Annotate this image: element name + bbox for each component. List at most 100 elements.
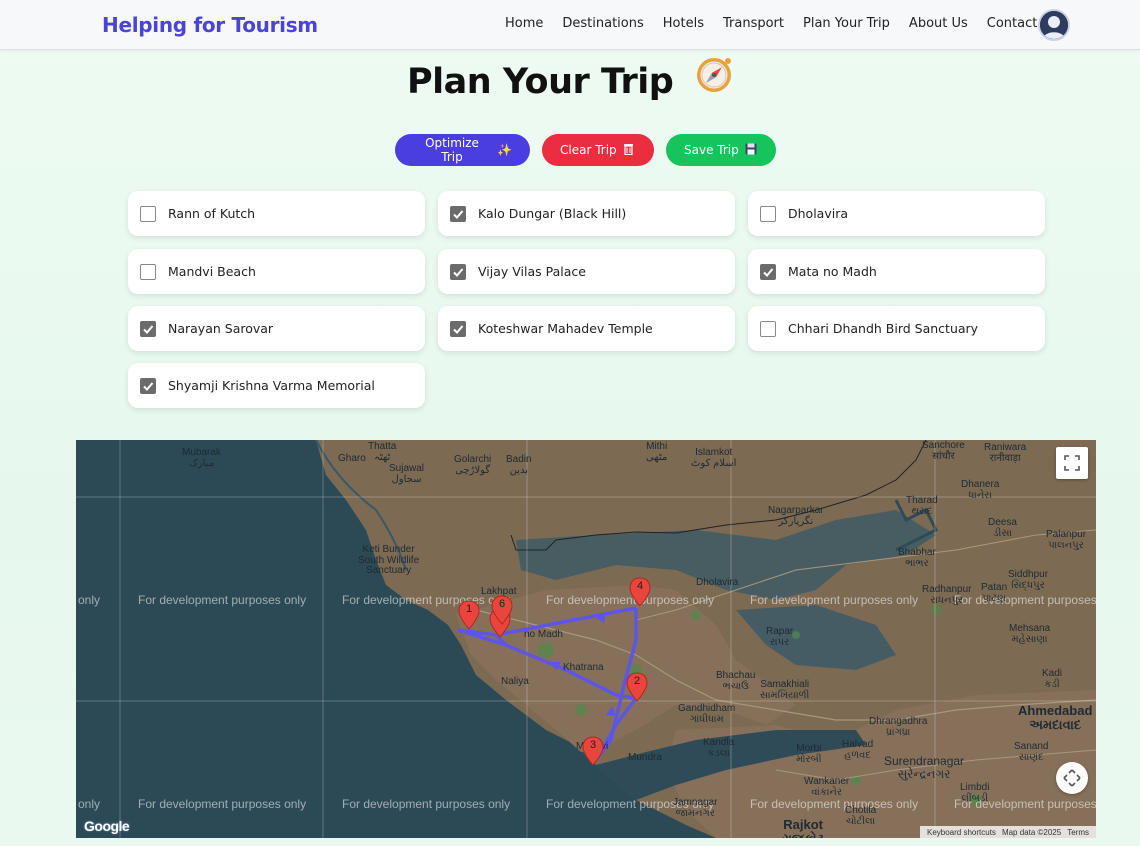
map-label-patan: Patan પાટણ xyxy=(981,582,1008,604)
map-label-golarchi: Golarchi گولاڑچی xyxy=(454,454,492,476)
map-data-attribution: Map data ©2025 xyxy=(1001,827,1062,837)
map-label-surendranagar: Surendranagar સુરેન્દ્રનગર xyxy=(884,754,965,781)
user-avatar[interactable] xyxy=(1038,9,1070,41)
route-marker-number: 6 xyxy=(498,598,506,610)
map-label-rajkot: Rajkotરાજકોટ xyxy=(782,817,824,838)
keyboard-shortcuts-link[interactable]: Keyboard shortcuts xyxy=(927,828,996,837)
checkmark-icon xyxy=(143,381,154,391)
destination-card[interactable]: Koteshwar Mahadev Temple xyxy=(438,306,735,351)
route-marker-number: 2 xyxy=(633,675,641,687)
map-label-thatta: Thatta ٹھٹہ xyxy=(368,441,397,463)
destination-checkbox[interactable] xyxy=(140,320,156,337)
nav-link-about-us[interactable]: About Us xyxy=(909,16,968,31)
optimize-trip-button[interactable]: Optimize Trip ✨ xyxy=(395,134,530,166)
destination-label: Narayan Sarovar xyxy=(168,321,274,336)
destination-label: Koteshwar Mahadev Temple xyxy=(478,321,653,336)
destination-label: Vijay Vilas Palace xyxy=(478,264,586,279)
nav-link-transport[interactable]: Transport xyxy=(723,16,784,31)
map-label-kadi: Kadi કડી xyxy=(1042,668,1063,690)
map-watermark: For development purposes only xyxy=(138,797,307,811)
map-watermark: For development purposes only xyxy=(342,797,511,811)
checkmark-icon xyxy=(453,324,464,334)
checkmark-icon xyxy=(453,267,464,277)
map-label-islamkot: Islamkot اسلام کوٹ xyxy=(691,447,737,469)
map-label-khatrana: Khatrana xyxy=(563,662,604,673)
destination-checkbox[interactable] xyxy=(450,263,466,280)
destination-checkbox[interactable] xyxy=(450,205,466,222)
destination-card[interactable]: Dholavira xyxy=(748,191,1045,236)
fullscreen-button[interactable] xyxy=(1056,447,1088,479)
navbar: Helping for Tourism Home Destinations Ho… xyxy=(0,0,1140,50)
map-watermark: For development purposes only xyxy=(750,797,919,811)
route-marker[interactable]: 6 xyxy=(491,595,513,625)
destination-label: Mandvi Beach xyxy=(168,264,256,279)
map-watermark: For development purposes xyxy=(954,593,1096,607)
nav-link-plan-your-trip[interactable]: Plan Your Trip xyxy=(803,16,890,31)
destination-label: Mata no Madh xyxy=(788,264,877,279)
destination-label: Kalo Dungar (Black Hill) xyxy=(478,206,627,221)
map-label-sanand: Sanand સાણંદ xyxy=(1014,741,1049,763)
map-camera-control-button[interactable] xyxy=(1056,762,1088,794)
route-marker[interactable]: 3 xyxy=(582,736,604,766)
map-label-sujawal: Sujawal سجاول xyxy=(389,463,425,485)
save-trip-label: Save Trip xyxy=(684,143,739,157)
brand-logo[interactable]: Helping for Tourism xyxy=(102,13,318,37)
trip-map[interactable]: only For development purposes only For d… xyxy=(76,440,1096,838)
map-label-gandhidham: Gandhidham ગાંધીધામ xyxy=(678,703,736,725)
destination-label: Chhari Dhandh Bird Sanctuary xyxy=(788,321,979,336)
route-marker[interactable]: 1 xyxy=(458,600,480,630)
checkmark-icon xyxy=(763,267,774,277)
destination-checkbox[interactable] xyxy=(450,320,466,337)
map-label-sanchore: Sanchore सांचौर xyxy=(922,440,965,462)
destination-checkbox[interactable] xyxy=(760,320,776,337)
destination-checkbox[interactable] xyxy=(140,377,156,394)
compass-icon xyxy=(695,56,733,103)
route-marker-number: 3 xyxy=(589,739,597,751)
route-marker[interactable]: 4 xyxy=(629,577,651,607)
map-label-kandla: Kandla કંડલા xyxy=(703,737,735,759)
map-label-wankaner: Wankaner વાંકાનેર xyxy=(804,776,850,798)
destination-checkbox[interactable] xyxy=(760,263,776,280)
map-label-halvad: Halvad હળવદ xyxy=(842,739,874,761)
destination-checkbox[interactable] xyxy=(140,263,156,280)
checkmark-icon xyxy=(453,209,464,219)
nav-link-hotels[interactable]: Hotels xyxy=(663,16,704,31)
destination-checkbox[interactable] xyxy=(760,205,776,222)
nav-link-destinations[interactable]: Destinations xyxy=(562,16,643,31)
map-watermark: only xyxy=(78,797,101,811)
map-label-ahmedabad: Ahmedabad અમદાવાદ xyxy=(1018,703,1093,732)
terms-link[interactable]: Terms xyxy=(1067,828,1089,837)
map-footer: Keyboard shortcuts Map data ©2025 Terms xyxy=(920,826,1096,838)
map-label-bhachau: Bhachau ભચાઉ xyxy=(716,670,756,692)
save-trip-button[interactable]: Save Trip xyxy=(666,134,776,166)
page-title: Plan Your Trip xyxy=(0,57,1140,103)
map-label-naliya: Naliya xyxy=(501,676,529,687)
destination-label: Rann of Kutch xyxy=(168,206,256,221)
destination-card[interactable]: Rann of Kutch xyxy=(128,191,425,236)
map-label-dhrangadhra: Dhrangadhra ધ્રાંગધ્રા xyxy=(869,716,928,738)
sparkles-icon: ✨ xyxy=(497,143,512,157)
map-watermark: only xyxy=(78,593,101,607)
destination-label: Dholavira xyxy=(788,206,848,221)
nav-link-home[interactable]: Home xyxy=(505,16,543,31)
destination-card[interactable]: Narayan Sarovar xyxy=(128,306,425,351)
clear-trip-button[interactable]: Clear Trip xyxy=(542,134,654,166)
map-label-limbdi: Limbdi લીંબડી xyxy=(960,782,990,804)
destination-card[interactable]: Shyamji Krishna Varma Memorial xyxy=(128,363,425,408)
map-label-mata-no-madh: no Madh xyxy=(524,629,563,640)
destination-card[interactable]: Chhari Dhandh Bird Sanctuary xyxy=(748,306,1045,351)
map-label-badin: Badin بدین xyxy=(506,454,532,476)
map-watermark: For development purposes only xyxy=(750,593,919,607)
destination-card[interactable]: Kalo Dungar (Black Hill) xyxy=(438,191,735,236)
user-icon xyxy=(1040,11,1068,39)
destination-checkbox[interactable] xyxy=(140,205,156,222)
destination-card[interactable]: Mandvi Beach xyxy=(128,249,425,294)
route-marker[interactable]: 2 xyxy=(626,672,648,702)
route-marker-number: 4 xyxy=(636,580,644,592)
google-logo: Google xyxy=(84,818,130,834)
destination-card[interactable]: Mata no Madh xyxy=(748,249,1045,294)
map-label-palanpur: Palanpur પાલનપુર xyxy=(1046,529,1087,551)
floppy-disk-icon xyxy=(745,143,757,158)
trash-icon xyxy=(623,143,634,158)
destination-card[interactable]: Vijay Vilas Palace xyxy=(438,249,735,294)
